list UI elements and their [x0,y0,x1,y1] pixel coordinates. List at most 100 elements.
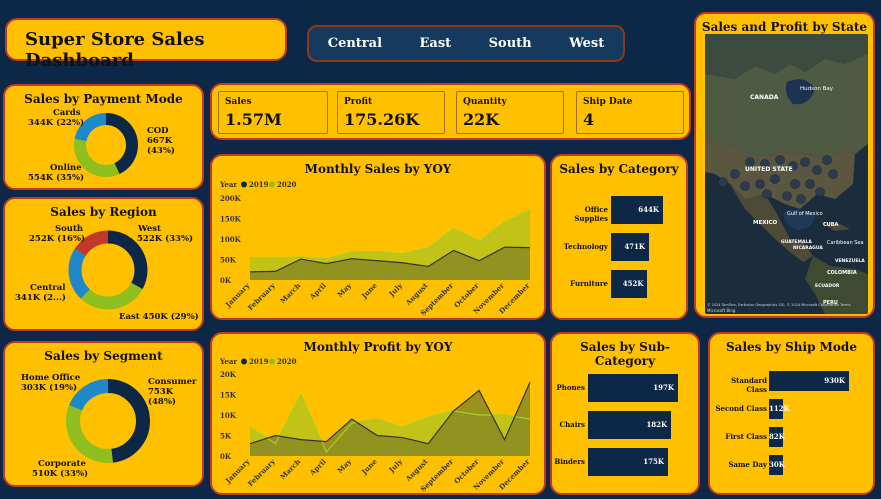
map-state-bubble[interactable] [775,155,785,165]
kpi-value: 4 [583,110,595,129]
kpi-sales-card[interactable]: Sales 1.57M [218,91,328,134]
bar-standard-class[interactable]: 930K [769,371,849,391]
map-state-bubble[interactable] [782,191,792,201]
south-label: South [55,224,84,234]
map-state-bubble[interactable] [790,179,800,189]
central-value: 341K (2...) [15,293,66,303]
payment-mode-panel: Sales by Payment Mode Cards 344K (22%) C… [3,84,204,190]
region-button-central[interactable]: Central [328,36,382,51]
map-label-mexico: MEXICO [753,220,778,226]
online-value: 554K (35%) [28,173,85,183]
map-state-bubble[interactable] [822,155,832,165]
bar-category-label: Same Day [728,460,767,469]
bar-category-label: Standard Class [731,376,767,394]
x-tick-label: April [307,281,328,302]
panel-title: Sales by Category [559,162,679,176]
kpi-panel: Sales 1.57M Profit 175.26K Quantity 22K … [210,83,691,140]
map-label-guatemala: GUATEMALA [781,239,812,245]
region-slicer: Central East South West [307,25,625,62]
region-button-south[interactable]: South [489,36,532,51]
monthly-profit-chart[interactable]: Year 2019 2020 20K15K10K5K0K JanuaryFebr… [212,352,544,494]
map-state-bubble[interactable] [762,189,772,199]
kpi-quantity-card[interactable]: Quantity 22K [456,91,564,134]
bar-category-label: First Class [725,432,767,441]
map-state-bubble[interactable] [740,181,750,191]
legend-title: Year [219,180,237,189]
west-label: West [138,224,161,234]
legend-label-2020: 2020 [277,180,297,189]
y-tick-label: 200K [220,194,242,203]
home-office-label: Home Office [21,373,81,383]
map-label-hudson: Hudson Bay [800,86,834,92]
x-tick-label: February [246,456,278,488]
map-label-canada: CANADA [750,94,779,101]
bar-category-label: Office Supplies [574,205,608,223]
x-tick-label: March [278,457,302,481]
panel-title: Sales by Sub-Category [580,340,670,368]
legend-label-2020: 2020 [277,357,297,366]
bar-category-label: Technology [563,242,608,251]
kpi-shipdate-card[interactable]: Ship Date 4 [576,91,684,134]
legend-label-2019: 2019 [249,357,269,366]
chart-legend: Year 2019 2020 [219,180,297,189]
bar-office-supplies[interactable]: 644K [611,196,663,224]
cards-value: 344K (22%) [28,118,85,128]
consumer-label: Consumer [148,377,197,387]
panel-title: Sales by Payment Mode [24,92,183,106]
region-button-east[interactable]: East [420,36,452,51]
bar-furniture[interactable]: 452K [611,270,648,298]
kpi-value: 1.57M [225,110,282,129]
map-state-bubble[interactable] [730,169,740,179]
title-panel: Super Store Sales Dashboard [5,18,287,71]
x-tick-label: June [359,457,379,477]
online-label: Online [50,163,82,173]
panel-title: Sales by Region [50,205,157,219]
page-title: Super Store Sales Dashboard [25,29,205,71]
x-tick-label: March [278,281,302,305]
bar-second-class[interactable]: 112K [769,399,790,419]
bar-binders[interactable]: 175K [588,448,668,476]
sales-profit-map[interactable]: Hudson Bay CANADA UNITED STATE MEXICO Gu… [705,34,868,314]
segment-panel: Sales by Segment Home Office 303K (19%) … [3,341,204,487]
map-state-bubble[interactable] [796,194,806,204]
y-tick-label: 150K [220,215,242,224]
y-tick-label: 50K [220,256,237,265]
shipmode-panel: Sales by Ship Mode Standard Class 930K Sec… [708,332,875,495]
y-tick-label: 100K [220,235,242,244]
subcategory-panel: Sales by Sub-Category Phones 197K Chairs 18… [550,332,700,495]
consumer-value: 753K (48%) [148,387,176,407]
y-tick-label: 10K [220,411,237,420]
map-label-ecuador: ECUADOR [815,283,840,289]
bar-phones[interactable]: 197K [588,374,678,402]
legend-dot-2020 [269,358,275,365]
map-state-bubble[interactable] [812,165,822,175]
monthly-sales-chart[interactable]: Year 2019 2020 200K150K100K50K0K January… [212,176,544,318]
map-state-bubble[interactable] [800,157,810,167]
home-office-value: 303K (19%) [21,383,78,393]
kpi-label: Profit [344,97,373,107]
bar-first-class[interactable]: 82K [769,427,785,447]
bar-same-day[interactable]: 30K [769,455,785,475]
map-state-bubble[interactable] [815,187,825,197]
x-tick-label: June [359,281,379,301]
map-label-nicaragua: NICARAGUA [793,245,823,251]
map-state-bubble[interactable] [770,174,780,184]
central-label: Central [30,283,66,293]
y-tick-label: 20K [220,370,237,379]
map-state-bubble[interactable] [755,179,765,189]
chart-legend: Year 2019 2020 [219,357,297,366]
kpi-label: Sales [225,97,252,107]
kpi-profit-card[interactable]: Profit 175.26K [337,91,445,134]
region-panel: Sales by Region South 252K (16%) West 52… [3,197,204,331]
kpi-value: 175.26K [344,110,420,129]
x-tick-label: May [335,280,354,299]
bar-technology[interactable]: 471K [611,233,650,261]
map-label-gulf: Gulf of Mexico [787,211,823,217]
kpi-label: Ship Date [583,97,633,107]
region-button-west[interactable]: West [569,36,604,51]
bar-chairs[interactable]: 182K [588,411,672,439]
map-state-bubble[interactable] [828,169,838,179]
x-tick-label: July [386,456,404,474]
map-state-bubble[interactable] [805,179,815,189]
map-state-bubble[interactable] [718,177,728,187]
